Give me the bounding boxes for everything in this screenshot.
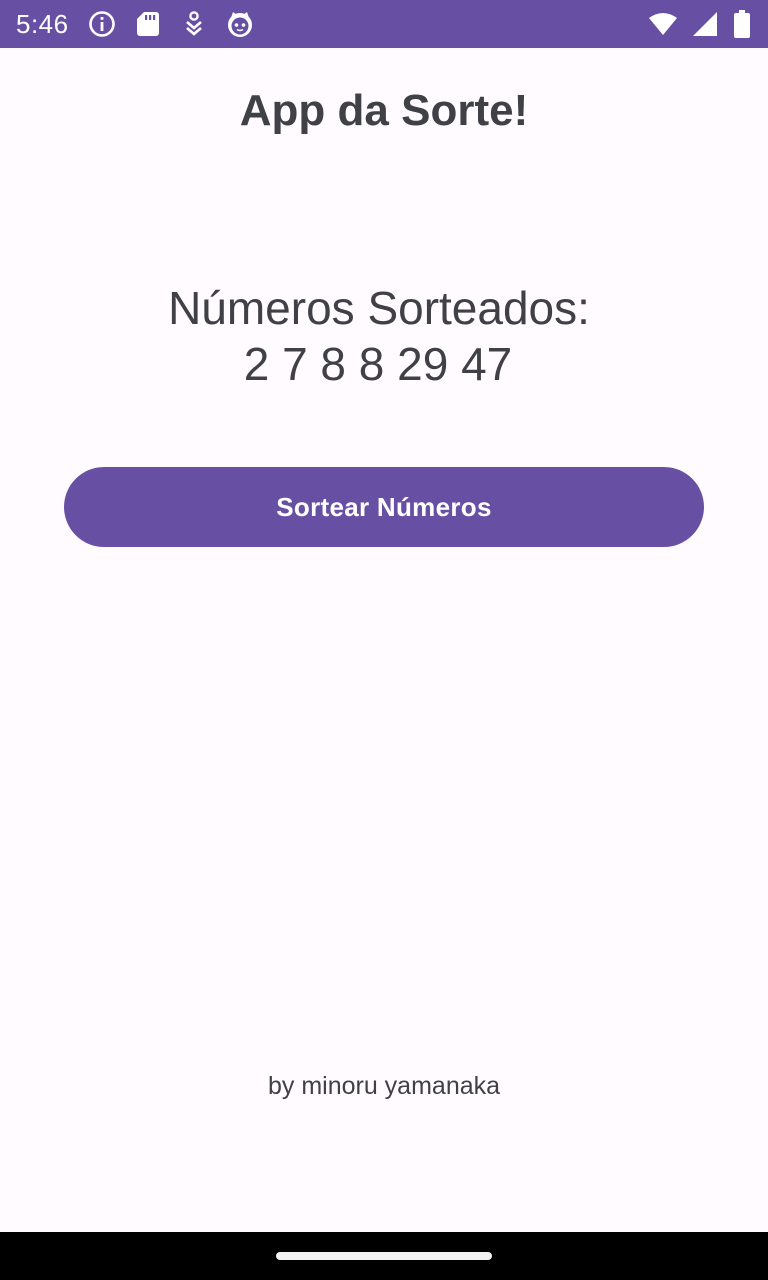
cat-face-icon — [225, 9, 255, 39]
status-bar: 5:46 — [0, 0, 768, 48]
info-icon — [87, 9, 117, 39]
result-label: Números Sorteados: — [168, 282, 590, 334]
sd-card-icon — [133, 9, 163, 39]
author-credit: by minoru yamanaka — [267, 1072, 501, 1100]
navigation-bar — [0, 1232, 768, 1280]
home-gesture-handle[interactable] — [276, 1252, 492, 1260]
app-title: App da Sorte! — [239, 86, 529, 135]
download-icon — [179, 9, 209, 39]
wifi-icon — [648, 9, 678, 39]
draw-numbers-button[interactable]: Sortear Números — [64, 467, 704, 547]
notification-icons — [87, 9, 255, 39]
draw-result: Números Sorteados: 2 7 8 8 29 47 — [0, 280, 768, 392]
system-icons — [648, 9, 752, 39]
drawn-numbers: 2 7 8 8 29 47 — [243, 338, 513, 390]
status-time: 5:46 — [16, 8, 69, 39]
app-screen: 5:46 App da Sorte! Números Sorteados: 2 … — [0, 0, 768, 1280]
signal-icon — [690, 9, 720, 39]
battery-icon — [732, 9, 752, 39]
